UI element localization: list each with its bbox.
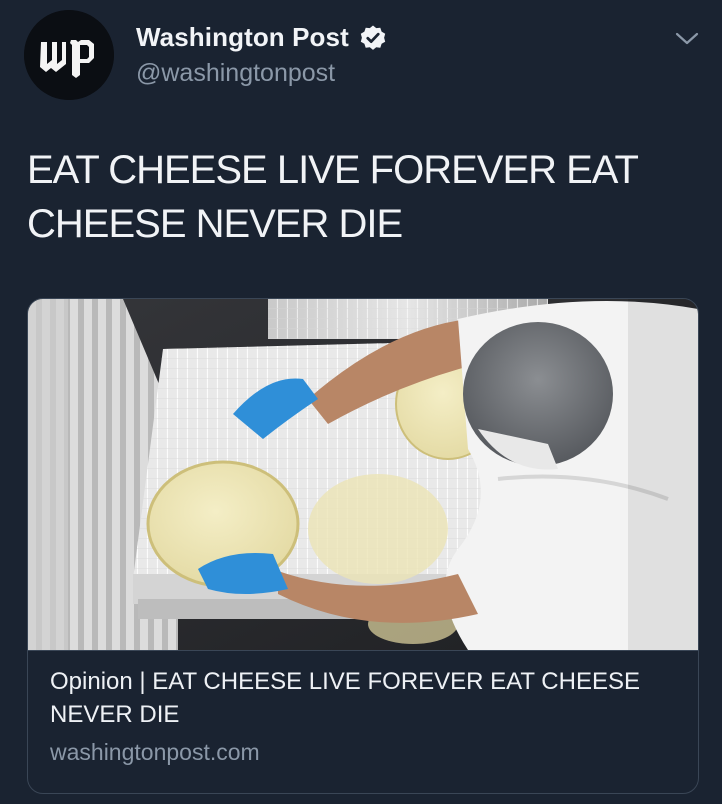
tweet-author: Washington Post @washingtonpost (136, 22, 387, 88)
tweet-text: EAT CHEESE LIVE FOREVER EAT CHEESE NEVER… (27, 148, 638, 246)
washington-post-logo-icon (24, 10, 114, 100)
chevron-down-icon[interactable] (670, 26, 704, 50)
card-title[interactable]: Opinion | EAT CHEESE LIVE FOREVER EAT CH… (50, 665, 670, 731)
card-domain[interactable]: washingtonpost.com (50, 739, 670, 766)
account-handle[interactable]: @washingtonpost (136, 59, 387, 88)
link-card[interactable]: Opinion | EAT CHEESE LIVE FOREVER EAT CH… (27, 298, 699, 794)
display-name[interactable]: Washington Post (136, 22, 349, 53)
card-image (28, 299, 698, 651)
card-body: Opinion | EAT CHEESE LIVE FOREVER EAT CH… (50, 665, 670, 766)
verified-badge-icon (359, 24, 387, 52)
avatar[interactable] (24, 10, 114, 100)
name-row: Washington Post (136, 22, 387, 53)
